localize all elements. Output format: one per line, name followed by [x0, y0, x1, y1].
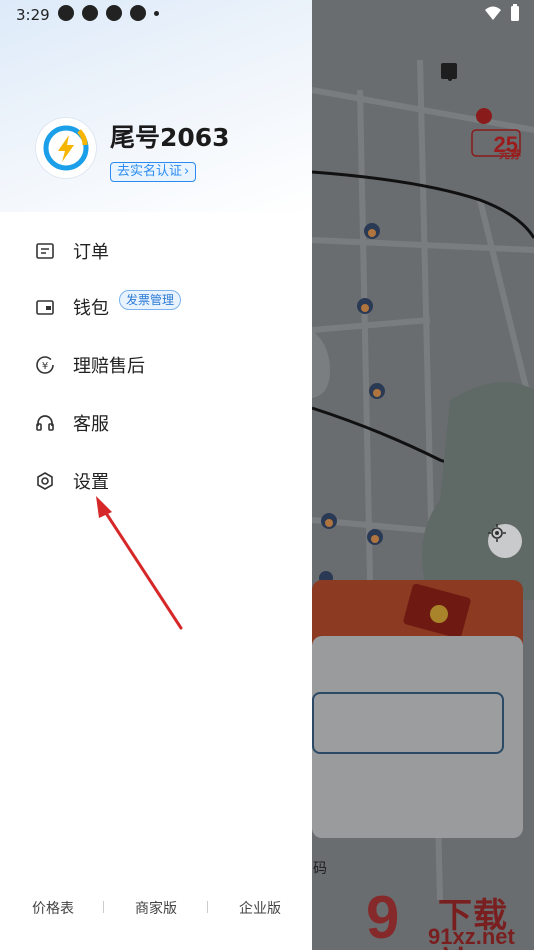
menu-item-support[interactable]: 客服: [0, 398, 312, 448]
status-time: 3:29: [16, 6, 50, 24]
menu-label-wallet: 钱包: [73, 298, 109, 319]
headset-icon: [34, 412, 56, 434]
footer-merchant[interactable]: 商家版: [135, 898, 177, 918]
more-notifications-dot: [154, 11, 159, 16]
notification-icon: [82, 5, 98, 21]
destination-input[interactable]: [312, 692, 504, 754]
notification-icons: [58, 5, 159, 21]
battery-icon: [511, 4, 519, 21]
verify-label: 去实名认证: [117, 164, 183, 179]
footer-divider: [207, 901, 208, 913]
watermark-logo-glyph: 9: [366, 884, 399, 950]
notification-icon: [58, 5, 74, 21]
username[interactable]: 尾号2063: [110, 118, 230, 154]
invoice-badge[interactable]: 发票管理: [119, 290, 182, 310]
code-text: 码: [313, 861, 327, 877]
wifi-icon: [485, 6, 501, 20]
wallet-icon: [34, 296, 56, 318]
crosshair-icon: [488, 524, 506, 542]
gear-icon: [34, 470, 56, 492]
locate-button[interactable]: [488, 524, 522, 558]
avatar[interactable]: [36, 118, 96, 178]
menu-item-settings[interactable]: 设置: [0, 456, 312, 506]
menu-label-support: 客服: [73, 414, 109, 435]
claims-icon: ¥: [34, 354, 56, 376]
footer-enterprise[interactable]: 企业版: [239, 898, 281, 918]
verify-identity-button[interactable]: 去实名认证 ›: [110, 162, 197, 182]
menu-item-claims[interactable]: ¥ 理赔售后: [0, 340, 312, 390]
menu-label-orders: 订单: [73, 242, 109, 263]
menu-label-settings: 设置: [73, 472, 109, 493]
status-bar: 3:29: [0, 0, 534, 30]
footer-price-list[interactable]: 价格表: [32, 898, 74, 918]
watermark-url: 91xz.net: [428, 924, 515, 949]
notification-icon: [106, 5, 122, 21]
promo-unit: 元券: [499, 148, 521, 161]
chevron-right-icon: ›: [184, 164, 190, 179]
notification-icon: [130, 5, 146, 21]
drawer-footer: 价格表 商家版 企业版: [0, 896, 312, 920]
svg-text:¥: ¥: [42, 361, 48, 372]
order-icon: [34, 240, 56, 262]
footer-divider: [103, 901, 104, 913]
menu-label-claims: 理赔售后: [73, 356, 145, 377]
lightning-logo-icon: [43, 125, 89, 171]
menu-item-orders[interactable]: 订单: [0, 226, 312, 276]
bell-icon[interactable]: [443, 62, 518, 90]
side-drawer: 尾号2063 去实名认证 › 订单 钱包 ¥ 理赔售后 客服 设置 发票管理 价…: [0, 0, 312, 950]
